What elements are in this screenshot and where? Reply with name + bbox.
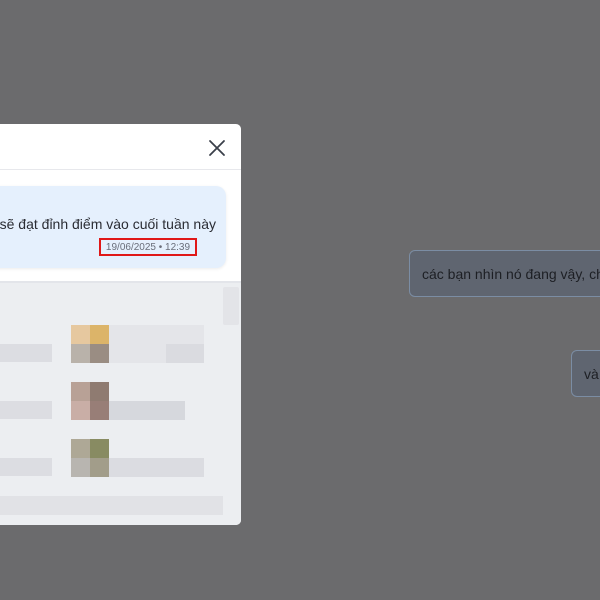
- list-footer: [0, 496, 223, 515]
- list-item-name: [109, 458, 204, 477]
- close-button[interactable]: [206, 137, 228, 159]
- avatar: [71, 439, 90, 458]
- list-item: [0, 458, 52, 476]
- avatar-segment: [90, 344, 109, 363]
- background-message-text: và: [584, 365, 599, 382]
- list-item-name: [109, 401, 185, 420]
- close-icon: [209, 140, 225, 156]
- list-item: [0, 344, 52, 362]
- avatar-segment: [90, 382, 109, 401]
- avatar: [71, 382, 90, 401]
- background-message-text: các bạn nhìn nó đang vậy, ch: [422, 265, 600, 282]
- avatar: [71, 325, 90, 344]
- avatar-segment: [90, 401, 109, 420]
- avatar-segment: [71, 401, 90, 420]
- message-timestamp: 19/06/2025 • 12:39: [99, 238, 197, 256]
- avatar-segment: [90, 458, 109, 477]
- modal-header: [0, 124, 241, 170]
- background-message-bubble: và: [571, 350, 600, 397]
- background-message-bubble: các bạn nhìn nó đang vậy, ch: [409, 250, 600, 297]
- avatar-segment: [71, 458, 90, 477]
- list-item-name: [166, 344, 204, 363]
- avatar-segment: [71, 344, 90, 363]
- list-item: [0, 401, 52, 419]
- scrollbar[interactable]: [223, 287, 239, 325]
- message-detail-modal: sẽ đạt đỉnh điểm vào cuối tuần này 19/06…: [0, 124, 241, 525]
- message-text: sẽ đạt đỉnh điểm vào cuối tuần này: [0, 216, 216, 232]
- avatar-segment: [90, 325, 109, 344]
- avatar-segment: [90, 439, 109, 458]
